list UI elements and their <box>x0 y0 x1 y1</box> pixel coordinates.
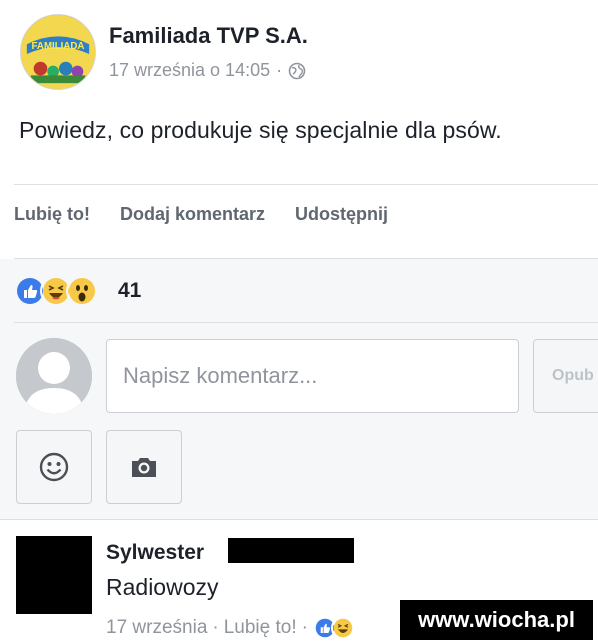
name-redaction <box>228 538 354 563</box>
wow-reaction-icon <box>66 275 98 307</box>
share-button[interactable]: Udostępnij <box>295 204 388 225</box>
like-button[interactable]: Lubię to! <box>14 204 90 225</box>
comment-text: Radiowozy <box>106 574 219 600</box>
reaction-count[interactable]: 41 <box>118 279 141 303</box>
user-avatar <box>16 338 92 414</box>
smiley-icon <box>39 452 69 482</box>
meta-separator: · <box>212 617 219 638</box>
comment-input[interactable] <box>106 339 519 413</box>
page-avatar[interactable]: FAMILIADA <box>20 14 96 90</box>
meta-separator: · <box>301 617 308 638</box>
post-meta: 17 września o 14:05 · <box>109 60 306 81</box>
default-user-icon <box>16 338 92 414</box>
post-date[interactable]: 17 września o 14:05 <box>109 60 270 81</box>
comment-date[interactable]: 17 września <box>106 617 207 639</box>
meta-separator: · <box>276 60 283 80</box>
globe-icon <box>288 62 306 79</box>
divider <box>14 184 598 185</box>
reaction-icons[interactable] <box>14 275 98 307</box>
svg-text:FAMILIADA: FAMILIADA <box>32 41 85 52</box>
haha-reaction-icon <box>330 616 355 640</box>
commenter-name[interactable]: Sylwester <box>106 541 204 565</box>
post-actions: Lubię to! Dodaj komentarz Udostępnij <box>14 204 388 225</box>
watermark: www.wiocha.pl <box>400 600 593 640</box>
comment-reactions[interactable] <box>312 616 355 640</box>
comment-like-button[interactable]: Lubię to! <box>224 617 297 639</box>
comment-meta: 17 września · Lubię to! · <box>106 616 355 640</box>
page-name[interactable]: Familiada TVP S.A. <box>109 23 308 49</box>
emoji-button[interactable] <box>16 430 92 504</box>
post-text: Powiedz, co produkuje się specjalnie dla… <box>19 117 502 143</box>
photo-button[interactable] <box>106 430 182 504</box>
comment-button[interactable]: Dodaj komentarz <box>120 204 265 225</box>
post-header: FAMILIADA Familiada TVP S.A. 17 września… <box>0 0 598 100</box>
commenter-avatar-redacted[interactable] <box>16 536 92 614</box>
post-comment-button[interactable]: Opub <box>533 339 598 413</box>
camera-icon <box>132 458 156 477</box>
familiada-logo-icon: FAMILIADA <box>21 15 95 89</box>
